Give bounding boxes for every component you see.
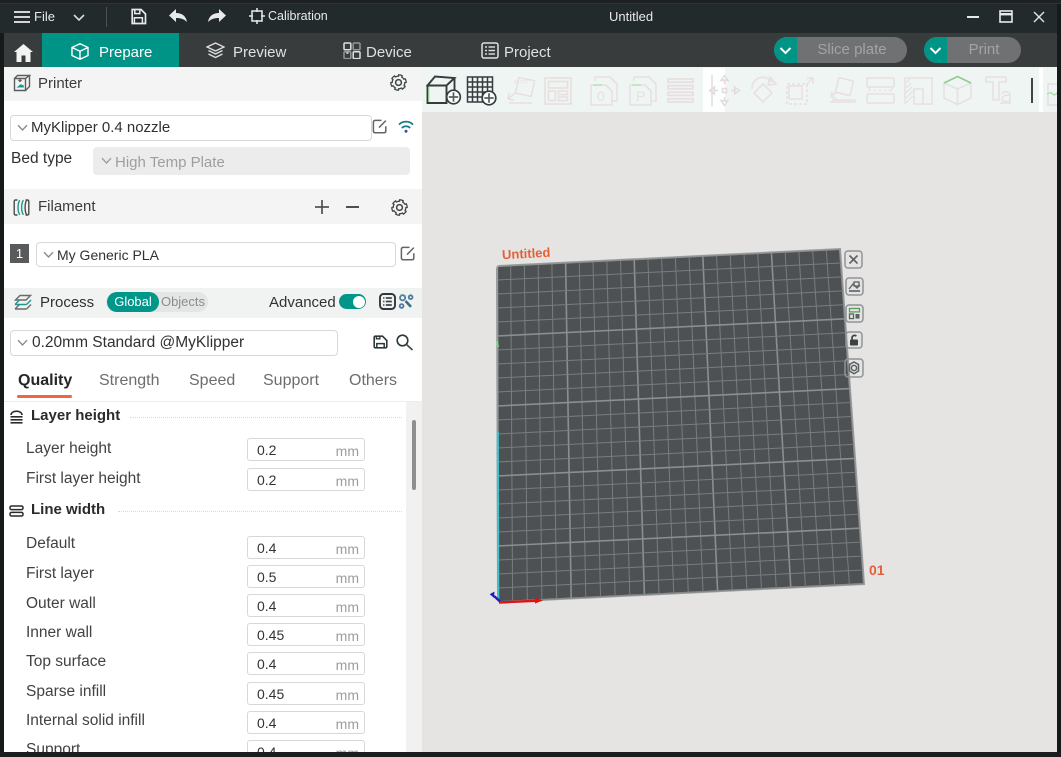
svg-text:0: 0 [597, 88, 605, 104]
svg-text:AUTO: AUTO [514, 80, 528, 86]
svg-text:P: P [636, 88, 645, 104]
